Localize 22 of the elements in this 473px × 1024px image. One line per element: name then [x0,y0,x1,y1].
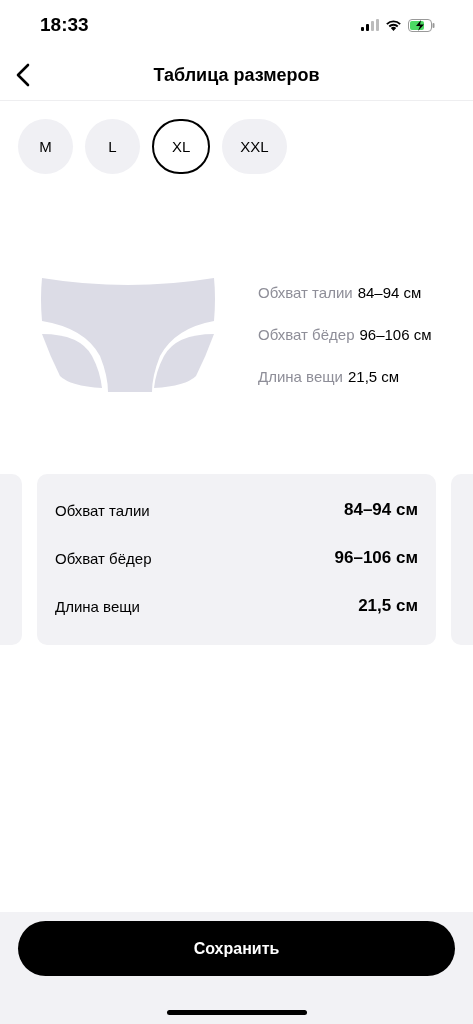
measurement-value: 21,5 см [358,596,418,616]
measurement-value: 84–94 см [343,500,418,520]
size-chip[interactable]: XL [152,119,211,174]
signal-icon [361,19,379,31]
measurement-value: 96–106 см [359,324,432,344]
status-time: 18:33 [40,14,89,36]
size-chip[interactable]: XXL [222,119,287,174]
save-button[interactable]: Сохранить [18,921,455,976]
measurement-label: Обхват бёдер [258,324,355,344]
measurement-label: Обхват талии [258,282,353,302]
size-chip[interactable]: M [18,119,73,174]
wifi-icon [385,19,402,31]
measurement-label: Обхват бёдер [55,549,152,567]
size-chip[interactable]: L [85,119,140,174]
page-title: Таблица размеров [153,64,320,86]
measurement-label: Длина вещи [55,597,140,615]
measurement-value: 84–94 см [357,282,422,302]
measurement-label: Обхват талии [55,501,150,519]
measurement-value: 21,5 см [347,366,400,386]
battery-icon [408,18,435,32]
measurement-value: 96–106 см [334,548,418,568]
measurement-label: Длина вещи [258,366,343,386]
